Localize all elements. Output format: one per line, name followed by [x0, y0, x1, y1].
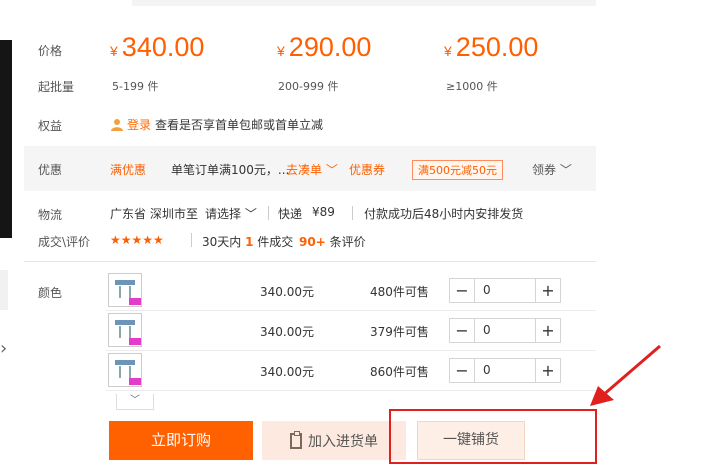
deals-label: 成交\评价 [38, 235, 91, 249]
quantity-stepper: − 0 + [449, 278, 561, 303]
decrease-button[interactable]: − [450, 279, 474, 302]
reviews-link[interactable]: 90+ 条评价 [299, 233, 366, 250]
reviews-suffix: 条评价 [329, 235, 366, 249]
sku-price: 340.00元 [260, 285, 314, 299]
top-panel-edge [132, 0, 596, 6]
ship-method: 快递 [278, 207, 303, 221]
price-tier-3: ¥250.00 [444, 32, 538, 63]
divider [352, 206, 353, 220]
sku-stock: 379件可售 [370, 325, 429, 339]
promo-tag: 满优惠 [110, 163, 147, 177]
rights-label: 权益 [38, 119, 63, 133]
quantity-input[interactable]: 0 [474, 359, 536, 382]
login-link[interactable]: 登录 [127, 116, 151, 133]
ship-destination-label: 请选择 [205, 207, 242, 221]
min-order-label: 起批量 [38, 80, 75, 94]
sales-suffix: 件成交 [257, 235, 294, 249]
claim-coupon-label: 领券 [532, 163, 557, 177]
sales-prefix: 30天内 [202, 235, 242, 249]
sku-row: 340.00元 860件可售 − 0 + [106, 351, 596, 391]
ship-to: 至 [186, 207, 199, 221]
promo-bar: 优惠 满优惠 单笔订单满100元，... 去凑单 ﹀ 优惠券 满500元减50元… [24, 146, 596, 191]
sku-thumbnail[interactable] [108, 313, 142, 347]
quantity-input[interactable]: 0 [474, 279, 536, 302]
order-now-button[interactable]: 立即订购 [109, 421, 253, 460]
range-tier-1: 5-199 件 [112, 80, 159, 93]
quantity-stepper: − 0 + [449, 318, 561, 343]
annotation-arrow-icon [590, 344, 661, 406]
sku-row: 340.00元 379件可售 − 0 + [106, 311, 596, 351]
promo-desc: 单笔订单满100元，... [171, 163, 290, 177]
sku-thumbnail[interactable] [108, 353, 142, 387]
coupon-badge[interactable]: 满500元减50元 [412, 160, 503, 180]
increase-button[interactable]: + [536, 359, 560, 382]
decrease-button[interactable]: − [450, 359, 474, 382]
increase-button[interactable]: + [536, 279, 560, 302]
sku-stock: 860件可售 [370, 365, 429, 379]
price-amount: 340.00 [121, 32, 205, 62]
ship-fee: ¥89 [312, 205, 335, 219]
ship-destination-select[interactable]: 请选择 ﹀ [205, 205, 257, 222]
clipboard-icon [290, 430, 302, 449]
image-gallery-edge [0, 40, 12, 238]
rights-text: 查看是否享首单包邮或首单立减 [155, 118, 324, 132]
gallery-next-icon[interactable]: › [0, 340, 7, 358]
sales-number: 1 [245, 235, 254, 249]
quantity-stepper: − 0 + [449, 358, 561, 383]
add-to-purchase-list-button[interactable]: 加入进货单 [262, 421, 406, 460]
promo-link-label: 去凑单 [286, 163, 323, 177]
claim-coupon-button[interactable]: 领券 ﹀ [532, 161, 572, 178]
currency-symbol: ¥ [277, 43, 285, 59]
range-tier-3: ≥1000 件 [446, 80, 498, 93]
highlight-box [389, 409, 597, 464]
price-label: 价格 [38, 44, 63, 58]
price-amount: 290.00 [288, 32, 372, 62]
rating-stars: ★★★★★ [110, 233, 164, 247]
sku-thumbnail[interactable] [108, 273, 142, 307]
sku-stock: 480件可售 [370, 285, 429, 299]
divider [191, 233, 192, 247]
promo-link[interactable]: 去凑单 ﹀ [286, 161, 338, 178]
promo-label: 优惠 [38, 163, 63, 177]
divider [268, 206, 269, 220]
add-to-purchase-list-label: 加入进货单 [308, 433, 378, 450]
increase-button[interactable]: + [536, 319, 560, 342]
sku-price: 340.00元 [260, 365, 314, 379]
sku-row: 340.00元 480件可售 − 0 + [106, 271, 596, 311]
chevron-down-icon: ﹀ [559, 163, 572, 177]
rights-row: 登录 查看是否享首单包邮或首单立减 [110, 116, 323, 133]
ship-note: 付款成功后48小时内安排发货 [364, 207, 524, 221]
decrease-button[interactable]: − [450, 319, 474, 342]
range-tier-2: 200-999 件 [278, 80, 339, 93]
currency-symbol: ¥ [110, 43, 118, 59]
chevron-down-icon: ﹀ [325, 163, 338, 177]
price-tier-2: ¥290.00 [277, 32, 371, 63]
section-divider [24, 261, 596, 262]
color-label: 颜色 [38, 286, 63, 300]
logistics-label: 物流 [38, 208, 63, 222]
quantity-input[interactable]: 0 [474, 319, 536, 342]
price-tier-1: ¥340.00 [110, 32, 204, 63]
sku-price: 340.00元 [260, 325, 314, 339]
price-amount: 250.00 [455, 32, 539, 62]
thumbnail-edge [0, 270, 8, 310]
chevron-down-icon: ﹀ [130, 395, 140, 406]
currency-symbol: ¥ [444, 43, 452, 59]
coupon-title: 优惠券 [349, 163, 386, 177]
user-icon [111, 119, 123, 131]
expand-skus-button[interactable]: ﹀ [116, 394, 154, 410]
reviews-number: 90+ [299, 235, 326, 249]
ship-origin: 广东省 深圳市 [110, 207, 186, 221]
chevron-down-icon: ﹀ [244, 207, 257, 221]
sales-count: 30天内 1 件成交 [202, 233, 293, 250]
